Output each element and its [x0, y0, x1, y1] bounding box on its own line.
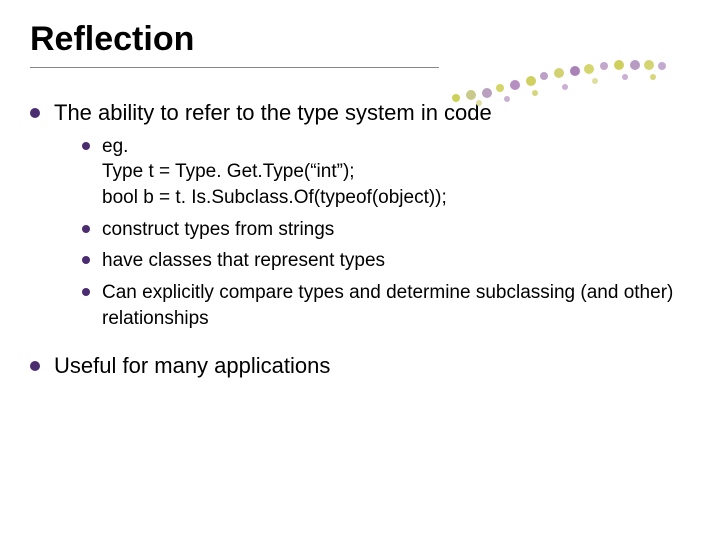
- slide-content: The ability to refer to the type system …: [30, 98, 690, 381]
- bullet-icon: [82, 256, 90, 264]
- bullet-icon: [82, 288, 90, 296]
- list-item: construct types from strings: [82, 217, 690, 243]
- list-item: Can explicitly compare types and determi…: [82, 280, 690, 331]
- slide: Reflection The ability to refer to the t…: [0, 0, 720, 540]
- list-item: have classes that represent types: [82, 248, 690, 274]
- decorative-dots: [452, 46, 682, 106]
- list-item-text: have classes that represent types: [102, 248, 690, 274]
- bullet-icon: [82, 142, 90, 150]
- bullet-icon: [82, 225, 90, 233]
- list-item: eg. Type t = Type. Get.Type(“int”); bool…: [82, 134, 690, 211]
- bullet-icon: [30, 108, 40, 118]
- list-item-text: eg. Type t = Type. Get.Type(“int”); bool…: [102, 134, 690, 211]
- list-item-text: The ability to refer to the type system …: [54, 100, 492, 125]
- slide-title: Reflection: [30, 20, 439, 68]
- list-item: The ability to refer to the type system …: [30, 98, 690, 337]
- list-item-text: construct types from strings: [102, 217, 690, 243]
- list-item: Useful for many applications: [30, 351, 690, 381]
- list-item-text: Can explicitly compare types and determi…: [102, 280, 690, 331]
- bullet-icon: [30, 361, 40, 371]
- list-item-text: Useful for many applications: [54, 353, 330, 378]
